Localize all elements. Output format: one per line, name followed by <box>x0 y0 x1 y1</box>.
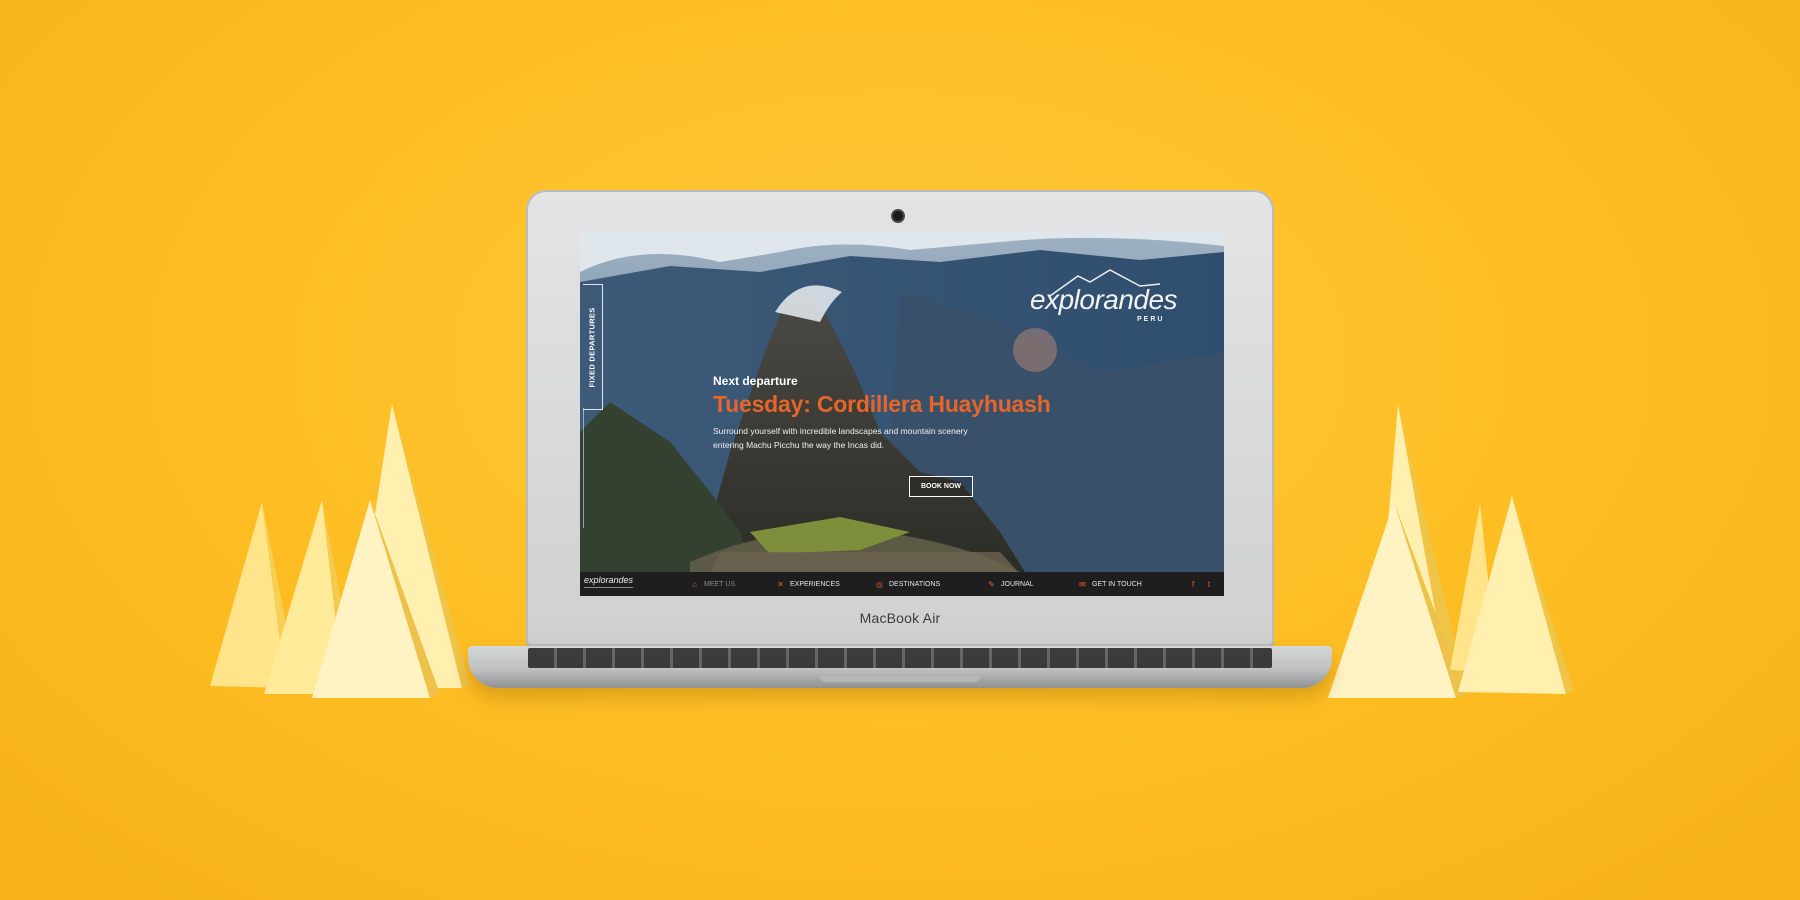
hero-title: Tuesday: Cordillera Huayhuash <box>713 391 1051 417</box>
nav-item-journal[interactable]: ✎ JOURNAL <box>987 572 1034 596</box>
hero-kicker: Next departure <box>713 374 798 388</box>
experiences-icon: ✕ <box>777 579 784 589</box>
laptop-base <box>468 646 1332 688</box>
nav-logo[interactable]: explorandes <box>584 575 634 588</box>
laptop-screen: FIXED DEPARTURES explorandes PERU Next d… <box>580 232 1224 596</box>
explorandes-logo[interactable]: explorandes PERU <box>1030 268 1180 323</box>
hero-content: Next departure Tuesday: Cordillera Huayh… <box>713 374 1133 452</box>
compass-icon: ◎ <box>876 579 883 589</box>
nav-item-experiences[interactable]: ✕ EXPERIENCES <box>776 572 840 596</box>
mail-icon: ✉ <box>1079 579 1086 589</box>
fixed-departures-tab[interactable]: FIXED DEPARTURES <box>583 284 603 410</box>
nav-item-label: JOURNAL <box>1001 580 1034 588</box>
twitter-icon[interactable]: t <box>1208 572 1210 596</box>
nav-item-meet-us[interactable]: ⌂ MEET US <box>690 572 735 596</box>
scene: MacBook Air FIXED DEPARTURES explorandes… <box>0 0 1800 900</box>
nav-item-label: DESTINATIONS <box>889 580 941 588</box>
nav-item-label: GET IN TOUCH <box>1092 580 1142 588</box>
pencil-icon: ✎ <box>988 579 995 589</box>
hero-description: Surround yourself with incredible landsc… <box>713 426 968 450</box>
camera-icon <box>893 211 903 221</box>
house-icon: ⌂ <box>692 579 697 589</box>
keyboard <box>528 648 1272 668</box>
book-now-button[interactable]: BOOK NOW <box>909 476 973 497</box>
nav-item-destinations[interactable]: ◎ DESTINATIONS <box>875 572 940 596</box>
device-model-label: MacBook Air <box>859 610 941 626</box>
logo-wordmark: explorandes <box>1030 284 1178 315</box>
bottom-navbar: explorandes ⌂ MEET US ✕ EXPERIENCES ◎ DE… <box>580 572 1224 596</box>
nav-item-label: MEET US <box>704 580 735 588</box>
facebook-icon[interactable]: f <box>1192 572 1194 596</box>
logo-subtitle: PERU <box>1137 316 1165 323</box>
nav-item-label: EXPERIENCES <box>790 580 840 588</box>
nav-item-get-in-touch[interactable]: ✉ GET IN TOUCH <box>1078 572 1142 596</box>
